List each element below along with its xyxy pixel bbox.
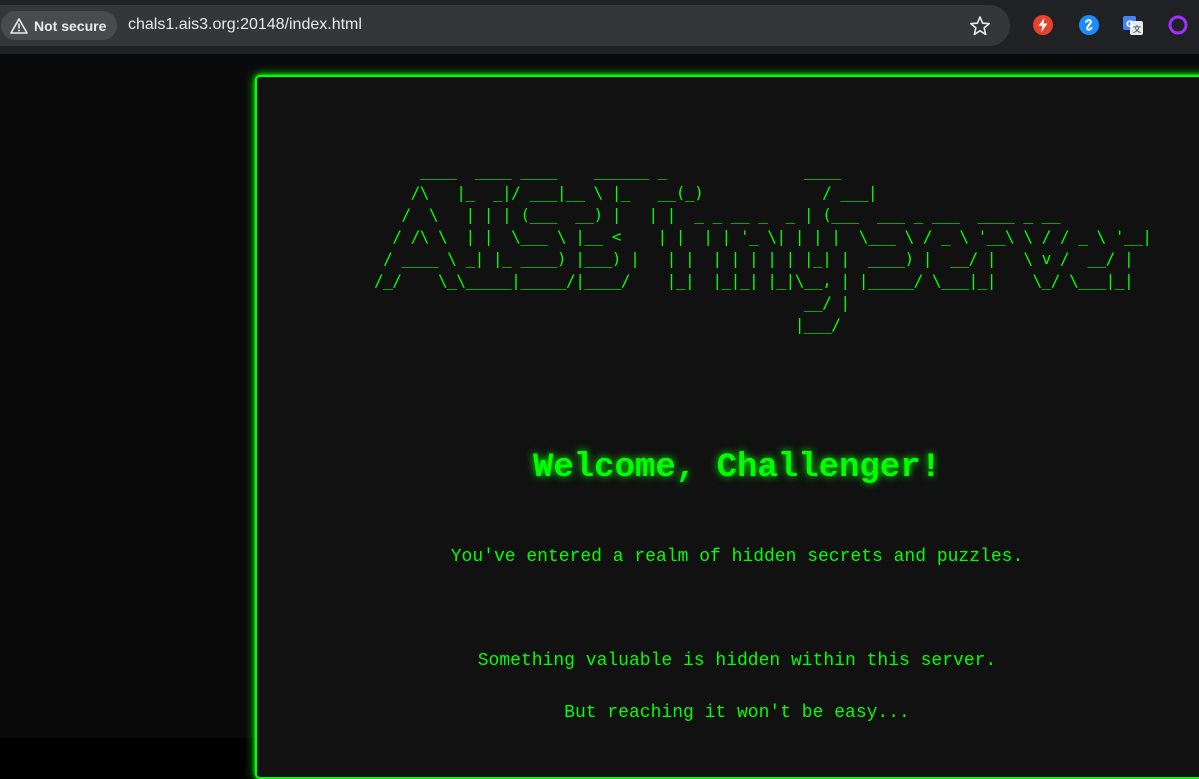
ais3-tinyserver-ascii-logo: ____ ____ ____ ______ _ ____ /\ |_ _|/ _… bbox=[374, 161, 1152, 334]
intro-text: You've entered a realm of hidden secrets… bbox=[450, 547, 1024, 567]
google-translate-extension-icon[interactable]: G 文 bbox=[1122, 14, 1144, 36]
warning-icon bbox=[10, 17, 28, 34]
address-bar[interactable]: Not secure chals1.ais3.org:20148/index.h… bbox=[0, 5, 1010, 46]
red-lightning-extension-icon[interactable] bbox=[1032, 14, 1054, 36]
page-content: ____ ____ ____ ______ _ ____ /\ |_ _|/ _… bbox=[0, 54, 1199, 779]
terminal-panel: ____ ____ ____ ______ _ ____ /\ |_ _|/ _… bbox=[255, 75, 1199, 779]
security-indicator[interactable]: Not secure bbox=[1, 11, 117, 40]
welcome-heading: Welcome, Challenger! bbox=[532, 449, 942, 487]
url-text[interactable]: chals1.ais3.org:20148/index.html bbox=[128, 16, 362, 34]
star-icon[interactable] bbox=[969, 15, 991, 37]
hint-text: Something valuable is hidden within this… bbox=[477, 651, 997, 671]
browser-toolbar: Not secure chals1.ais3.org:20148/index.h… bbox=[0, 0, 1199, 54]
warning-text: But reaching it won't be easy... bbox=[564, 703, 910, 723]
purple-ring-extension-icon[interactable] bbox=[1167, 14, 1189, 36]
security-label: Not secure bbox=[34, 17, 107, 34]
shazam-extension-icon[interactable] bbox=[1078, 14, 1100, 36]
svg-text:文: 文 bbox=[1133, 24, 1142, 34]
